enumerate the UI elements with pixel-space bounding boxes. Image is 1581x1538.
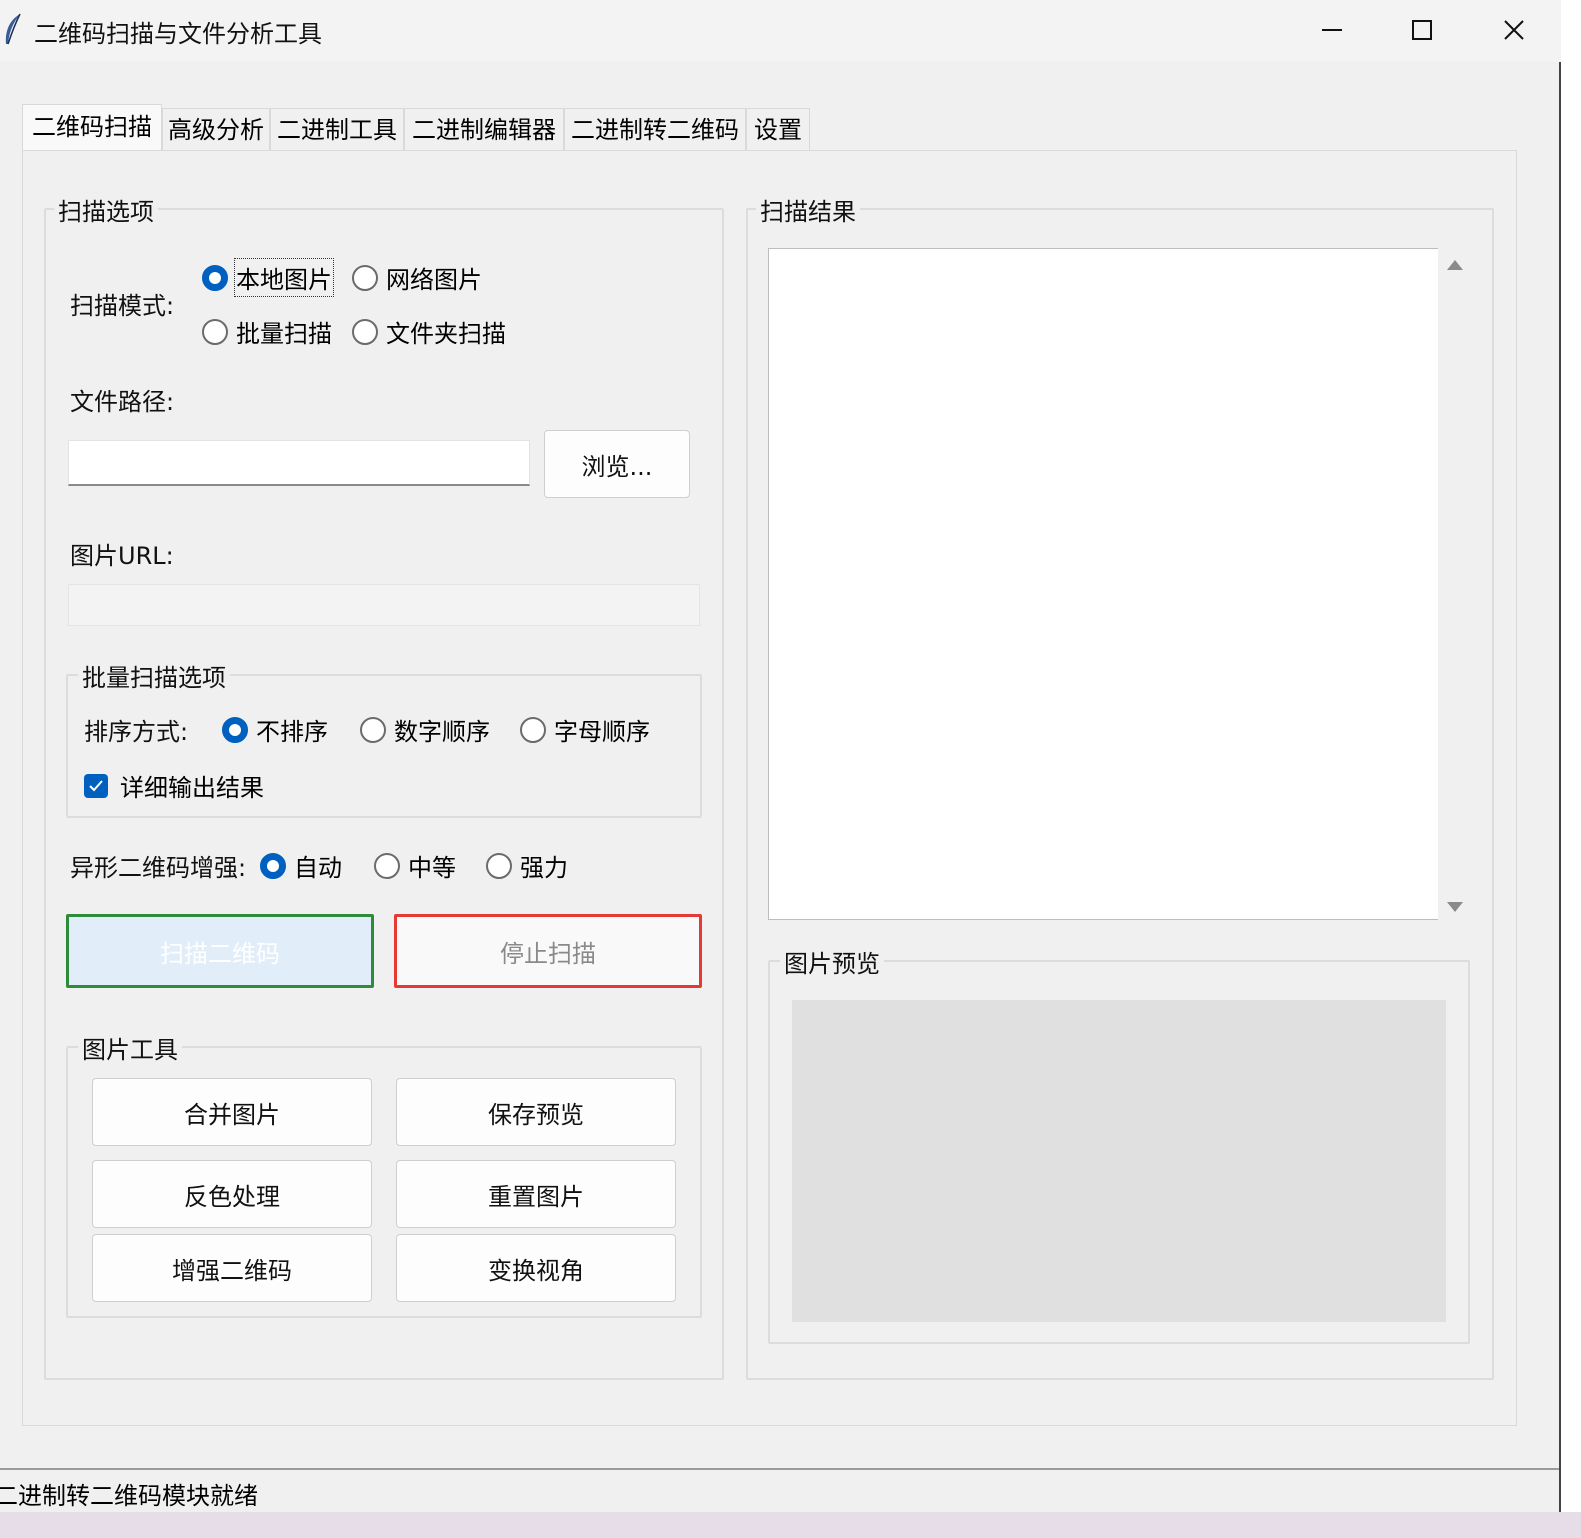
radio-indicator [202,318,228,345]
radio-label: 网络图片 [386,266,482,294]
maximize-button[interactable] [1376,0,1468,60]
scroll-up-arrow[interactable] [1447,260,1463,270]
radio-indicator [520,716,546,743]
radio-label: 自动 [294,854,342,882]
tab-binary-tools[interactable]: 二进制工具 [270,108,404,152]
image-preview-title: 图片预览 [780,944,884,979]
file-path-label: 文件路径: [70,388,175,416]
radio-indicator [352,264,378,291]
radio-label: 不排序 [256,718,328,746]
tab-settings[interactable]: 设置 [746,108,810,152]
status-text: 二进制转二维码模块就绪 [0,1482,258,1510]
radio-label: 强力 [520,854,568,882]
close-button[interactable] [1468,0,1560,60]
browse-button[interactable]: 浏览... [544,430,690,498]
radio-enhance-strong[interactable]: 强力 [486,848,568,883]
invert-color-button[interactable]: 反色处理 [92,1160,372,1228]
radio-indicator [222,716,248,743]
transform-perspective-button[interactable]: 变换视角 [396,1234,676,1302]
scan-results-title: 扫描结果 [756,192,860,227]
minimize-icon [1322,29,1342,31]
radio-enhance-medium[interactable]: 中等 [374,848,456,883]
image-url-input[interactable] [68,584,700,626]
radio-network-image[interactable]: 网络图片 [352,260,482,295]
status-bar: 二进制转二维码模块就绪 [0,1468,1559,1512]
image-url-label: 图片URL: [70,542,174,570]
image-preview-area [792,1000,1446,1322]
tab-binary-to-qr[interactable]: 二进制转二维码 [564,108,746,152]
scan-qr-button[interactable]: 扫描二维码 [66,914,374,988]
radio-local-image[interactable]: 本地图片 [202,258,334,297]
radio-label: 数字顺序 [394,718,490,746]
merge-images-button[interactable]: 合并图片 [92,1078,372,1146]
radio-indicator [374,852,400,879]
title-bar: 二维码扫描与文件分析工具 [0,0,1561,62]
reset-image-button[interactable]: 重置图片 [396,1160,676,1228]
radio-folder-scan[interactable]: 文件夹扫描 [352,314,506,349]
radio-alpha-sort[interactable]: 字母顺序 [520,712,650,747]
window-title: 二维码扫描与文件分析工具 [34,20,322,48]
checkbox-indicator [84,773,108,798]
radio-label: 中等 [408,854,456,882]
minimize-button[interactable] [1286,0,1378,60]
feather-icon [5,13,21,45]
tab-qr-scan[interactable]: 二维码扫描 [22,104,162,152]
checkmark-icon [89,779,103,791]
scan-results-text[interactable] [768,248,1438,920]
radio-label: 文件夹扫描 [386,320,506,348]
maximize-icon [1412,20,1432,40]
file-path-input[interactable] [68,440,530,486]
tab-advanced-analysis[interactable]: 高级分析 [162,108,270,152]
radio-numeric-sort[interactable]: 数字顺序 [360,712,490,747]
scan-options-title: 扫描选项 [54,192,158,227]
stop-scan-button[interactable]: 停止扫描 [394,914,702,988]
radio-batch-scan[interactable]: 批量扫描 [202,314,332,349]
sort-label: 排序方式: [84,718,189,746]
scan-mode-label: 扫描模式: [70,292,175,320]
verbose-output-checkbox[interactable]: 详细输出结果 [84,768,264,803]
radio-indicator [486,852,512,879]
radio-label: 批量扫描 [236,320,332,348]
radio-no-sort[interactable]: 不排序 [222,712,328,747]
tab-binary-editor[interactable]: 二进制编辑器 [404,108,564,152]
app-window: 二维码扫描与文件分析工具 二维码扫描 高级分析 二进制工具 二进制编辑器 二进制… [0,0,1561,1512]
enhance-qr-button[interactable]: 增强二维码 [92,1234,372,1302]
radio-indicator [360,716,386,743]
radio-enhance-auto[interactable]: 自动 [260,848,342,883]
save-preview-button[interactable]: 保存预览 [396,1078,676,1146]
scroll-down-arrow[interactable] [1447,902,1463,912]
radio-indicator [352,318,378,345]
radio-label: 字母顺序 [554,718,650,746]
close-icon [1504,20,1524,40]
enhance-label: 异形二维码增强: [70,854,247,882]
radio-indicator [260,852,286,879]
radio-label: 本地图片 [234,258,334,297]
checkbox-label: 详细输出结果 [120,774,264,802]
image-tools-title: 图片工具 [78,1030,182,1065]
radio-indicator [202,264,228,291]
desktop-background [0,1512,1581,1538]
batch-options-title: 批量扫描选项 [78,658,230,693]
